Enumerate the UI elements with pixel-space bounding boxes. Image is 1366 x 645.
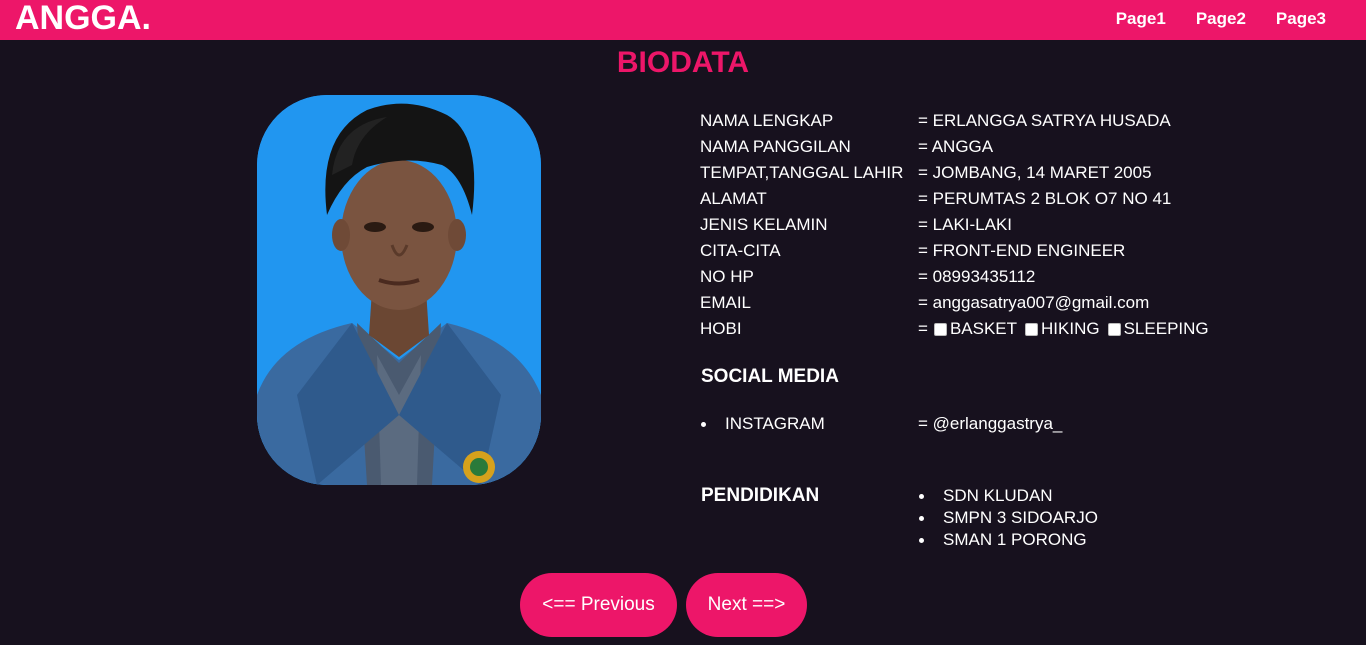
field-row: TEMPAT,TANGGAL LAHIR = JOMBANG, 14 MARET… (700, 160, 1209, 186)
field-row: EMAIL = anggasatrya007@gmail.com (700, 290, 1209, 316)
field-label: EMAIL (700, 293, 752, 312)
hobby-options: = BASKET HIKING SLEEPING (918, 319, 1209, 339)
page-title: BIODATA (616, 46, 750, 79)
field-row: CITA-CITA = FRONT-END ENGINEER (700, 238, 1209, 264)
field-label: NAMA PANGGILAN (700, 137, 851, 156)
field-value: = anggasatrya007@gmail.com (918, 293, 1150, 312)
field-value: = FRONT-END ENGINEER (918, 241, 1126, 260)
biodata-table: NAMA LENGKAP = ERLANGGA SATRYA HUSADA NA… (700, 108, 1209, 342)
bullet-icon (919, 493, 924, 499)
education-item: SMPN 3 SIDOARJO (943, 508, 1098, 527)
field-label: JENIS KELAMIN (700, 215, 828, 234)
nav-link-page1[interactable]: Page1 (1116, 0, 1166, 38)
bullet-icon (919, 515, 924, 521)
brand-logo[interactable]: ANGGA. (15, 0, 151, 36)
list-item: SDN KLUDAN (918, 485, 1098, 507)
field-row: JENIS KELAMIN = LAKI-LAKI (700, 212, 1209, 238)
hobby-checkbox-hiking[interactable] (1025, 322, 1039, 336)
hobby-option-label: SLEEPING (1123, 319, 1209, 338)
previous-button[interactable]: <== Previous (520, 573, 677, 637)
education-item: SMAN 1 PORONG (943, 530, 1087, 549)
nav-link-page2[interactable]: Page2 (1196, 0, 1246, 38)
list-item: SMPN 3 SIDOARJO (918, 507, 1098, 529)
hobby-option-label: BASKET (949, 319, 1018, 338)
hobby-option-label: HIKING (1041, 319, 1100, 338)
field-label: NO HP (700, 267, 754, 286)
social-value: = @erlanggastrya_ (918, 414, 1063, 433)
bullet-icon (701, 422, 706, 427)
field-value: = ANGGA (918, 137, 994, 156)
education-item: SDN KLUDAN (943, 486, 1053, 505)
field-label: NAMA LENGKAP (700, 111, 834, 130)
field-value: = 08993435112 (918, 267, 1036, 286)
nav-links: Page1 Page2 Page3 (1116, 0, 1326, 38)
field-value: = PERUMTAS 2 BLOK O7 NO 41 (918, 189, 1172, 208)
hobby-equals: = (918, 319, 928, 338)
social-label: INSTAGRAM (725, 414, 825, 433)
hobby-label: HOBI (700, 319, 742, 338)
education-heading: PENDIDIKAN (701, 485, 820, 506)
field-label: ALAMAT (700, 189, 767, 208)
field-label: CITA-CITA (700, 241, 781, 260)
bullet-icon (919, 537, 924, 543)
hobby-checkbox-sleeping[interactable] (1107, 322, 1121, 336)
field-row: NO HP = 08993435112 (700, 264, 1209, 290)
next-button[interactable]: Next ==> (686, 573, 807, 637)
field-label: TEMPAT,TANGGAL LAHIR (700, 163, 904, 182)
list-item: SMAN 1 PORONG (918, 529, 1098, 551)
field-value: = ERLANGGA SATRYA HUSADA (918, 111, 1171, 130)
profile-photo (257, 95, 541, 485)
navbar: ANGGA. Page1 Page2 Page3 (0, 0, 1366, 40)
hobby-row: HOBI = BASKET HIKING SLEEPING (700, 316, 1209, 342)
field-value: = LAKI-LAKI (918, 215, 1013, 234)
field-row: NAMA LENGKAP = ERLANGGA SATRYA HUSADA (700, 108, 1209, 134)
social-media-heading: SOCIAL MEDIA (701, 366, 839, 387)
field-value: = JOMBANG, 14 MARET 2005 (918, 163, 1152, 182)
hobby-checkbox-basket[interactable] (933, 322, 947, 336)
social-list-item: INSTAGRAM = @erlanggastrya_ (700, 414, 1062, 434)
field-row: NAMA PANGGILAN = ANGGA (700, 134, 1209, 160)
nav-link-page3[interactable]: Page3 (1276, 0, 1326, 38)
education-list: SDN KLUDAN SMPN 3 SIDOARJO SMAN 1 PORONG (918, 485, 1098, 551)
field-row: ALAMAT = PERUMTAS 2 BLOK O7 NO 41 (700, 186, 1209, 212)
